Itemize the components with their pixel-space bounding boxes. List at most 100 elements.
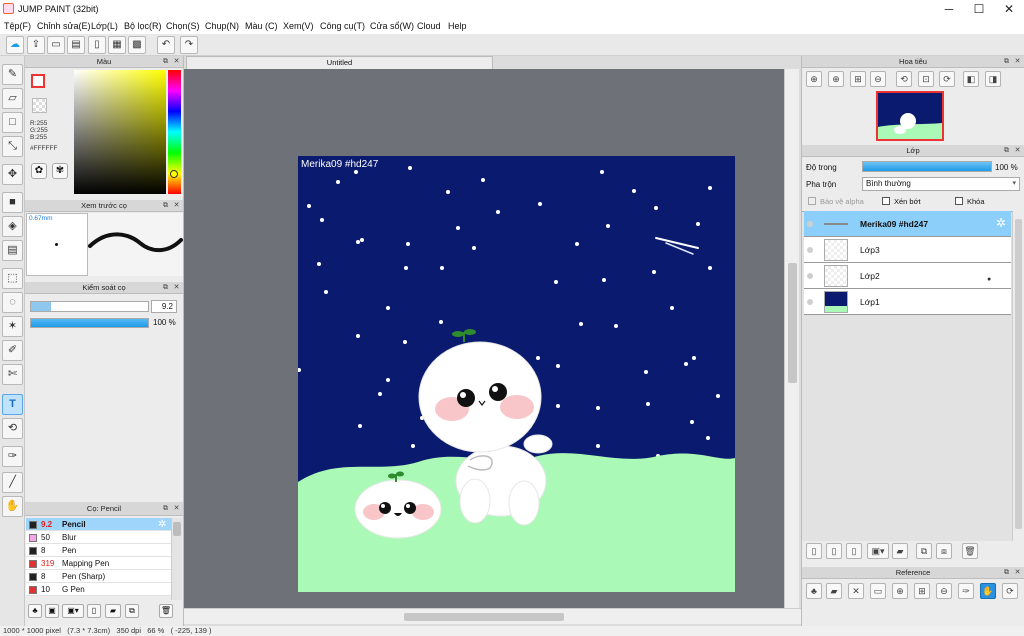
share-icon[interactable]: ⇪	[27, 36, 45, 54]
brush-list-scroll-thumb[interactable]	[173, 522, 181, 536]
hand-icon[interactable]: ✋	[2, 496, 23, 517]
brush-row[interactable]: 319 Mapping Pen	[26, 557, 171, 570]
brush-opacity-slider[interactable]	[30, 318, 149, 328]
brush-add-dropdown-icon[interactable]: ▣▾	[62, 604, 84, 618]
eyedropper-icon[interactable]: ✑	[958, 583, 974, 599]
zoom-out-icon[interactable]: ⊖	[870, 71, 886, 87]
undock-icon[interactable]: ⧉	[161, 283, 170, 292]
brush-size-slider[interactable]	[30, 301, 149, 312]
rectangle-icon[interactable]: □	[2, 112, 23, 133]
fit-icon[interactable]: ▭	[870, 583, 886, 599]
brush-duplicate-icon[interactable]: ⧉	[125, 604, 139, 618]
brush-group-folder-icon[interactable]: ▰	[105, 604, 121, 618]
select-pen-icon[interactable]: ✐	[2, 340, 23, 361]
close-button[interactable]: ✕	[994, 0, 1024, 18]
brush-list-scrollbar[interactable]	[171, 518, 182, 600]
delete-layer-icon[interactable]: 🗑	[962, 543, 978, 559]
merge-layer-icon[interactable]: ⧈	[936, 543, 952, 559]
close-panel-icon[interactable]: ✕	[172, 57, 181, 66]
menu-window[interactable]: Cửa sổ(W)	[370, 21, 414, 31]
protect-alpha-checkbox[interactable]	[808, 197, 816, 205]
menu-filter[interactable]: Bộ lọc(R)	[124, 21, 162, 31]
new-halftone-layer-icon[interactable]: ▯	[826, 543, 842, 559]
minimize-button[interactable]: ─	[934, 0, 964, 18]
close-panel-icon[interactable]: ✕	[1013, 57, 1022, 66]
clip-checkbox[interactable]	[882, 197, 890, 205]
transform-icon[interactable]: ⟲	[2, 418, 23, 439]
navigator-viewport-frame[interactable]	[876, 91, 944, 141]
layer-list-scrollbar[interactable]	[1012, 211, 1024, 541]
undock-icon[interactable]: ⧉	[161, 504, 170, 513]
brush-row[interactable]: 9.2 Pencil ✲	[26, 518, 171, 531]
layer-row[interactable]: Lớp2 ●	[804, 263, 1011, 289]
layer-opacity-slider[interactable]	[862, 161, 992, 172]
menu-select[interactable]: Chọn(S)	[166, 21, 200, 31]
brush-tree-icon[interactable]: ♣	[28, 604, 42, 618]
reset-view-icon[interactable]: ⊡	[918, 71, 934, 87]
close-panel-icon[interactable]: ✕	[172, 504, 181, 513]
vertical-scroll-thumb[interactable]	[788, 263, 797, 383]
eyedropper-icon[interactable]: ✑	[2, 446, 23, 467]
gradient-icon[interactable]: ▤	[2, 240, 23, 261]
redo-icon[interactable]: ↷	[180, 36, 198, 54]
undock-icon[interactable]: ⧉	[1002, 57, 1011, 66]
zoom-out-icon[interactable]: ⊖	[936, 583, 952, 599]
brush-page-icon[interactable]: ▯	[87, 604, 101, 618]
close-panel-icon[interactable]: ✕	[172, 201, 181, 210]
open-folder-icon[interactable]: ▰	[826, 583, 842, 599]
transparent-swatch[interactable]	[32, 98, 47, 113]
chat-icon[interactable]: ▤	[67, 36, 85, 54]
blend-mode-select[interactable]: Bình thường ▾	[862, 177, 1020, 191]
zoom-actual-icon[interactable]: ⊞	[914, 583, 930, 599]
menu-help[interactable]: Help	[448, 21, 467, 31]
layer-row[interactable]: Merika09 #hd247 ✲	[804, 211, 1011, 237]
undock-icon[interactable]: ⧉	[1002, 568, 1011, 577]
eraser-icon[interactable]: ▱	[2, 88, 23, 109]
brush-folder-icon[interactable]: ▣	[45, 604, 59, 618]
layer-row[interactable]: Lớp1	[804, 289, 1011, 315]
rotate-icon[interactable]: ⟳	[1002, 583, 1018, 599]
palette-settings-icon[interactable]: ✾	[52, 163, 68, 179]
lasso-icon[interactable]: ◌	[2, 292, 23, 313]
menu-cloud[interactable]: Cloud	[417, 21, 441, 31]
line-pen-icon[interactable]: ╱	[2, 472, 23, 493]
cloud-icon[interactable]: ☁	[6, 36, 24, 54]
layer-row[interactable]: Lớp3	[804, 237, 1011, 263]
brush-size-input[interactable]: 9.2	[151, 300, 177, 313]
zoom-in-icon[interactable]: ⊕	[892, 583, 908, 599]
visibility-icon[interactable]	[807, 221, 813, 227]
maximize-button[interactable]: ☐	[964, 0, 994, 18]
artwork-canvas[interactable]: Merika09 #hd247	[298, 156, 735, 592]
palette-icon[interactable]: ✿	[31, 163, 47, 179]
new-layer-8bit-icon[interactable]: ▯	[846, 543, 862, 559]
hue-handle[interactable]	[170, 170, 178, 178]
brush-trash-icon[interactable]: 🗑	[159, 604, 173, 618]
layer-folder-icon[interactable]: ▰	[892, 543, 908, 559]
menu-color[interactable]: Màu (C)	[245, 21, 278, 31]
visibility-icon[interactable]	[807, 299, 813, 305]
flip-vertical-icon[interactable]: ◨	[985, 71, 1001, 87]
menu-layer[interactable]: Lớp(L)	[91, 21, 118, 31]
magic-wand-icon[interactable]: ✶	[2, 316, 23, 337]
close-panel-icon[interactable]: ✕	[1013, 568, 1022, 577]
zoom-actual-icon[interactable]: ⊞	[850, 71, 866, 87]
line-icon[interactable]: ⤡	[2, 136, 23, 157]
brush-row[interactable]: 8 Pen (Sharp)	[26, 570, 171, 583]
foreground-color-swatch[interactable]	[31, 74, 45, 88]
document-tab[interactable]: Untitled	[186, 56, 493, 69]
menu-file[interactable]: Tệp(F)	[4, 21, 31, 31]
menu-view[interactable]: Xem(V)	[283, 21, 314, 31]
text-icon[interactable]: T	[2, 394, 23, 415]
undock-icon[interactable]: ⧉	[161, 201, 170, 210]
brush-row[interactable]: 50 Blur	[26, 531, 171, 544]
flip-horizontal-icon[interactable]: ◧	[963, 71, 979, 87]
rect-select-icon[interactable]: ⬚	[2, 268, 23, 289]
undo-icon[interactable]: ↶	[157, 36, 175, 54]
gear-icon[interactable]: ✲	[158, 518, 166, 531]
horizontal-scrollbar[interactable]	[184, 608, 801, 624]
close-reference-icon[interactable]: ✕	[848, 583, 864, 599]
fill-rect-icon[interactable]: ■	[2, 192, 23, 213]
comment-icon[interactable]: ▭	[47, 36, 65, 54]
bucket-icon[interactable]: ◈	[2, 216, 23, 237]
saturation-value-picker[interactable]	[74, 70, 166, 194]
